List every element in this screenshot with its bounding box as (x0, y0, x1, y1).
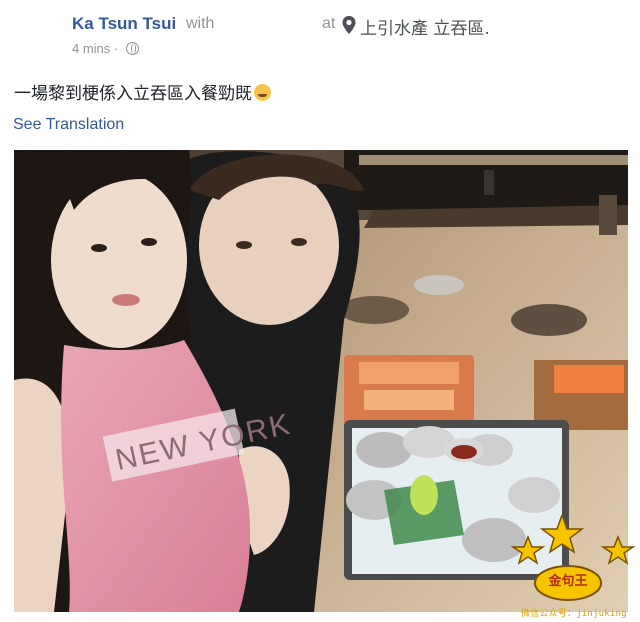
globe-icon[interactable] (125, 42, 139, 55)
grinning-sweat-emoji-icon (254, 84, 271, 101)
watermark-badge-label: 金句王 (548, 574, 588, 589)
star-icon (510, 534, 546, 565)
at-label: at (322, 15, 336, 32)
post-text: 一場黎到梗係入立吞區入餐勁既 (14, 79, 271, 104)
star-icon (539, 515, 585, 554)
meta-separator: · (113, 41, 122, 56)
timestamp-link[interactable]: 4 mins (72, 41, 110, 56)
see-translation-link[interactable]: See Translation (13, 116, 124, 134)
star-icon (600, 534, 636, 565)
post-meta: 4 mins · (72, 41, 139, 56)
location-link[interactable]: 上引水產 立吞區. (360, 14, 490, 39)
author-name-link[interactable]: Ka Tsun Tsui (72, 14, 176, 34)
location-pin-icon (342, 16, 356, 34)
watermark-badge (510, 515, 636, 601)
bowl (511, 304, 587, 336)
post-header: Ka Tsun Tsui with at 上引水產 立吞區. 4 mins · (0, 0, 640, 66)
post-text-content: 一場黎到梗係入立吞區入餐勁既 (14, 84, 252, 104)
watermark-caption: 微信公众号：jinjuking (521, 609, 627, 619)
with-label: with (186, 15, 215, 32)
